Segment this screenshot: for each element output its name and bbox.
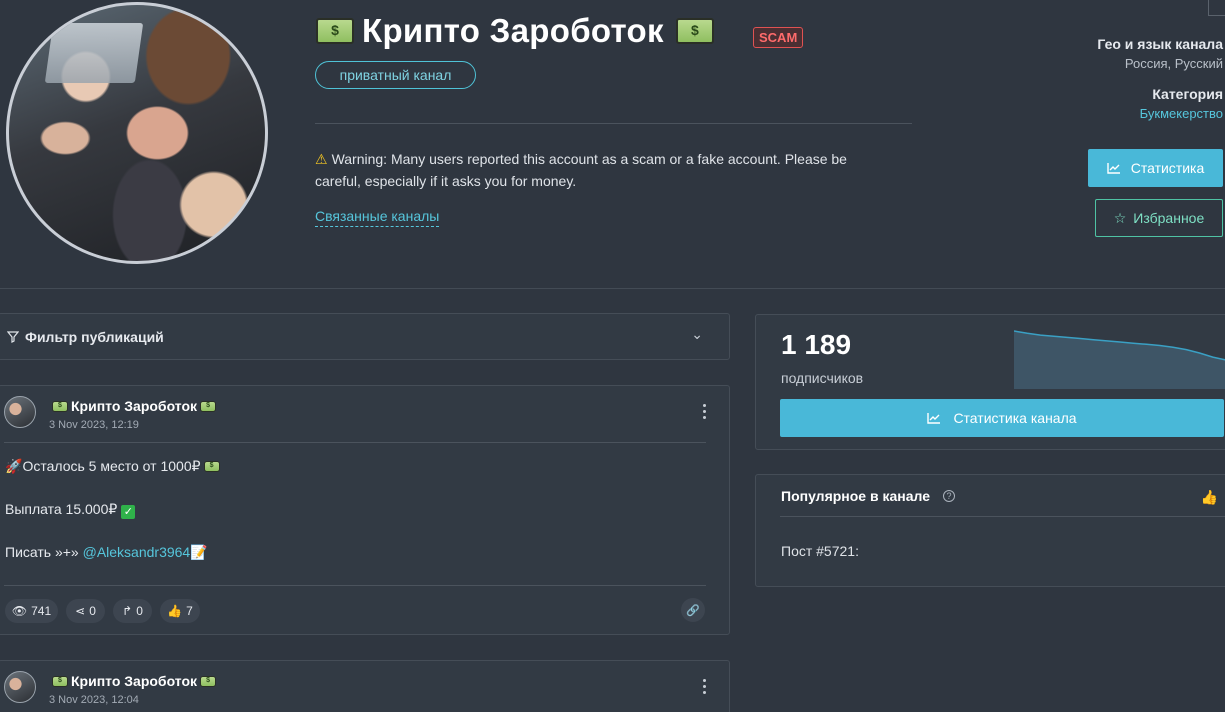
- favorite-button[interactable]: ☆ Избранное: [1095, 199, 1223, 237]
- warning-text: Warning: Many users reported this accoun…: [315, 151, 847, 189]
- divider: [780, 516, 1225, 517]
- money-icon: [316, 18, 354, 44]
- post-channel-name-text: Крипто Зароботок: [71, 398, 198, 414]
- money-icon: [52, 676, 68, 687]
- share-icon: ⋖: [75, 604, 86, 618]
- geo-value: Россия, Русский: [1124, 56, 1223, 71]
- check-icon: ✓: [121, 505, 136, 519]
- post-card: Крипто Зароботок 3 Nov 2023, 12:19 🚀Оста…: [0, 385, 730, 635]
- avatar: [4, 671, 36, 703]
- thumbs-up-icon[interactable]: 👍: [1201, 489, 1218, 506]
- post-line-2: Выплата 15.000₽: [5, 501, 118, 517]
- subscribers-card: 1 189 подписчиков Статистика канала: [755, 314, 1225, 450]
- section-divider: [0, 288, 1225, 289]
- corner-control: [1208, 0, 1225, 16]
- filter-icon: [7, 330, 19, 343]
- money-icon: [675, 18, 714, 44]
- shares-counter: ⋖ 0: [66, 599, 105, 623]
- popular-card: Популярное в канале ? 👍 Пост #5721:: [755, 474, 1225, 587]
- post-card: Крипто Зароботок 3 Nov 2023, 12:04: [0, 660, 730, 712]
- category-label: Категория: [1152, 86, 1223, 102]
- avatar-laptop-shape: [44, 23, 144, 83]
- subscribers-count: 1 189: [781, 329, 852, 360]
- chart-line-icon: [1107, 163, 1120, 174]
- channel-statistics-button[interactable]: Статистика канала: [780, 399, 1224, 437]
- channel-title-row: Крипто Зароботок: [316, 10, 722, 52]
- avatar: [4, 396, 36, 428]
- channel-title: Крипто Зароботок: [362, 12, 664, 49]
- more-options-icon[interactable]: [703, 404, 707, 422]
- post-line-3: Писать »+»: [5, 544, 83, 560]
- post-date: 3 Nov 2023, 12:19: [49, 419, 139, 431]
- forwards-value: 0: [136, 604, 143, 618]
- money-icon: [203, 461, 220, 472]
- likes-counter: 👍 7: [160, 599, 200, 623]
- post-line-1: Осталось 5 место от 1000₽: [22, 458, 201, 474]
- channel-statistics-label: Статистика канала: [953, 410, 1077, 426]
- forwards-counter: ↱ 0: [113, 599, 152, 623]
- statistics-label: Статистика: [1130, 160, 1205, 176]
- link-icon[interactable]: 🔗: [681, 598, 705, 622]
- divider: [4, 442, 706, 443]
- eye-icon: 👁: [11, 604, 28, 618]
- more-options-icon[interactable]: [703, 679, 707, 697]
- help-icon[interactable]: ?: [943, 490, 955, 502]
- likes-value: 7: [186, 604, 193, 618]
- channel-avatar: [6, 2, 268, 264]
- money-icon: [52, 401, 68, 412]
- rocket-icon: 🚀: [5, 458, 23, 474]
- post-channel-name-text: Крипто Зароботок: [71, 673, 198, 689]
- mention-link[interactable]: @Aleksandr3964: [83, 544, 191, 560]
- thumbs-up-icon: 👍: [167, 604, 183, 618]
- popular-title: Популярное в канале: [781, 488, 930, 504]
- subscribers-label: подписчиков: [781, 370, 864, 386]
- chart-line-icon: [927, 413, 941, 424]
- post-channel-name: Крипто Зароботок: [49, 398, 219, 414]
- favorite-label: Избранное: [1133, 210, 1205, 226]
- geo-label: Гео и язык канала: [1097, 36, 1223, 52]
- memo-icon: 📝: [190, 544, 208, 560]
- private-channel-badge: приватный канал: [315, 61, 476, 89]
- post-text-line: 🚀Осталось 5 место от 1000₽: [5, 458, 223, 475]
- sparkline-area: [1014, 331, 1225, 389]
- money-icon: [200, 401, 217, 412]
- money-icon: [200, 676, 217, 687]
- forward-arrow-icon: ↱: [122, 604, 133, 618]
- post-date: 3 Nov 2023, 12:04: [49, 694, 139, 706]
- scam-badge: SCAM: [753, 27, 804, 48]
- views-counter: 👁 741: [5, 599, 58, 623]
- statistics-button[interactable]: Статистика: [1088, 149, 1223, 187]
- publication-filter[interactable]: Фильтр публикаций ⌄: [0, 313, 730, 360]
- chevron-down-icon[interactable]: ⌄: [691, 326, 703, 343]
- post-text-line: Писать »+» @Aleksandr3964📝: [5, 544, 208, 561]
- filter-label: Фильтр публикаций: [25, 328, 164, 345]
- scam-warning: ⚠ Warning: Many users reported this accou…: [315, 148, 895, 192]
- views-value: 741: [31, 604, 52, 618]
- divider: [4, 585, 706, 586]
- post-text-line: Выплата 15.000₽ ✓: [5, 501, 136, 519]
- popular-post-label: Пост #5721:: [781, 543, 859, 559]
- divider: [315, 123, 912, 124]
- shares-value: 0: [89, 604, 96, 618]
- related-channels-link[interactable]: Связанные каналы: [315, 208, 440, 227]
- post-channel-name: Крипто Зароботок: [49, 673, 219, 689]
- subscribers-sparkline: [1014, 330, 1225, 389]
- star-icon: ☆: [1113, 209, 1127, 226]
- warning-icon: ⚠: [315, 151, 328, 167]
- category-link[interactable]: Букмекерство: [1140, 106, 1223, 121]
